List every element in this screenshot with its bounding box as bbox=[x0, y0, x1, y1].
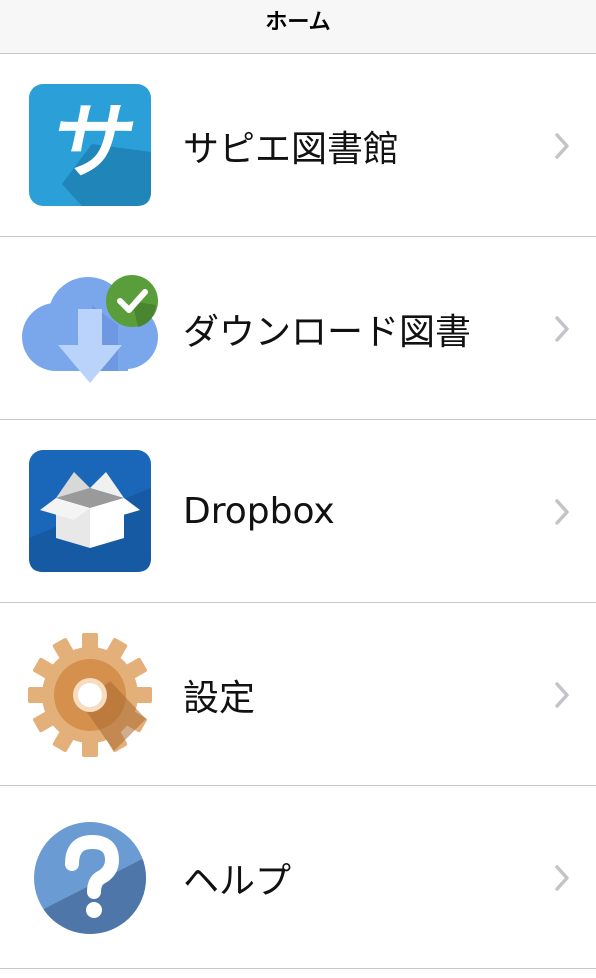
chevron-right-icon bbox=[554, 237, 570, 420]
menu-item-help[interactable]: ヘルプ bbox=[0, 786, 596, 969]
gear-icon bbox=[22, 631, 158, 759]
cloud-download-icon bbox=[22, 265, 158, 393]
help-question-icon bbox=[22, 814, 158, 942]
home-menu-list: サ サピエ図書館 ダウンロード図書 Dropbox 設定 ヘルプ bbox=[0, 54, 596, 969]
menu-item-label: サピエ図書館 bbox=[183, 128, 400, 170]
menu-item-label: 設定 bbox=[183, 677, 256, 719]
menu-item-dropbox[interactable]: Dropbox bbox=[0, 420, 596, 603]
chevron-right-icon bbox=[554, 603, 570, 786]
menu-item-sapie-library[interactable]: サ サピエ図書館 bbox=[0, 54, 596, 237]
menu-item-settings[interactable]: 設定 bbox=[0, 603, 596, 786]
sapie-library-icon: サ bbox=[22, 82, 158, 210]
page-title: ホーム bbox=[265, 9, 331, 35]
navigation-bar: ホーム bbox=[0, 0, 596, 54]
dropbox-icon bbox=[22, 448, 158, 576]
menu-item-label: Dropbox bbox=[183, 491, 335, 532]
chevron-right-icon bbox=[554, 54, 570, 237]
menu-item-downloaded-books[interactable]: ダウンロード図書 bbox=[0, 237, 596, 420]
menu-item-label: ヘルプ bbox=[183, 860, 292, 902]
menu-item-label: ダウンロード図書 bbox=[183, 311, 472, 353]
chevron-right-icon bbox=[554, 786, 570, 969]
chevron-right-icon bbox=[554, 420, 570, 603]
